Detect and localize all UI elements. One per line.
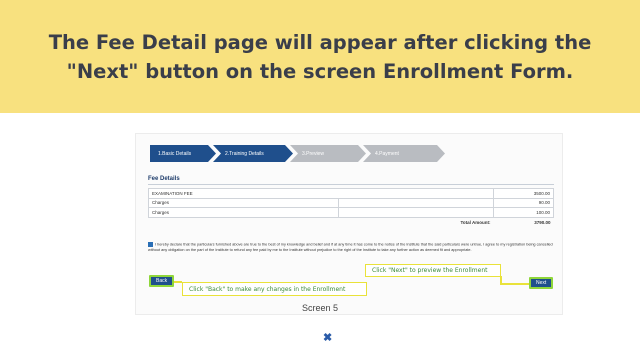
next-button[interactable]: Next [529, 277, 554, 289]
declaration-text: I hereby declare that the particulars fu… [148, 242, 553, 252]
header-banner: The Fee Detail page will appear after cl… [0, 0, 640, 113]
declaration-checkbox[interactable] [148, 242, 153, 247]
fee-name: Charges [148, 197, 339, 208]
table-row: Charges 100.00 [148, 207, 554, 218]
fee-details-title: Fee Details [148, 176, 180, 182]
back-button[interactable]: Back [149, 275, 175, 287]
step-preview[interactable]: 3.Preview [290, 145, 366, 162]
table-row: EXAMINATION FEE 3500.00 [148, 188, 554, 199]
back-callout: Click "Back" to make any changes in the … [182, 282, 367, 296]
fee-name: Charges [148, 207, 339, 218]
step-payment[interactable]: 4.Payment [363, 145, 445, 162]
total-label: Total Amount: [460, 219, 491, 225]
total-spacer [149, 217, 339, 227]
fee-table: EXAMINATION FEE 3500.00 Charges 90.00 Ch… [148, 188, 554, 227]
progress-steps: 1.Basic Details 2.Training Details 3.Pre… [150, 145, 450, 162]
total-value: 3790.00 [534, 219, 551, 225]
fee-name: EXAMINATION FEE [148, 188, 494, 199]
fee-amount: 100.00 [493, 207, 554, 218]
step-basic-details[interactable]: 1.Basic Details [150, 145, 216, 162]
fee-amount: 3500.00 [493, 188, 554, 199]
declaration: I hereby declare that the particulars fu… [148, 242, 558, 253]
close-icon[interactable]: ✖ [323, 333, 333, 344]
step-training-details[interactable]: 2.Training Details [213, 145, 293, 162]
screen-caption: Screen 5 [301, 303, 339, 313]
table-row: Charges 90.00 [148, 197, 554, 208]
fee-empty-cell [338, 197, 494, 208]
next-callout: Click "Next" to preview the Enrollment [365, 264, 501, 277]
fee-divider [148, 184, 554, 185]
fee-amount: 90.00 [493, 197, 554, 208]
total-row: Total Amount: 3790.00 [149, 217, 554, 227]
enrollment-screenshot: 1.Basic Details 2.Training Details 3.Pre… [135, 133, 563, 315]
next-callout-leader [500, 283, 529, 285]
fee-empty-cell [338, 207, 494, 218]
banner-title: The Fee Detail page will appear after cl… [48, 30, 592, 83]
